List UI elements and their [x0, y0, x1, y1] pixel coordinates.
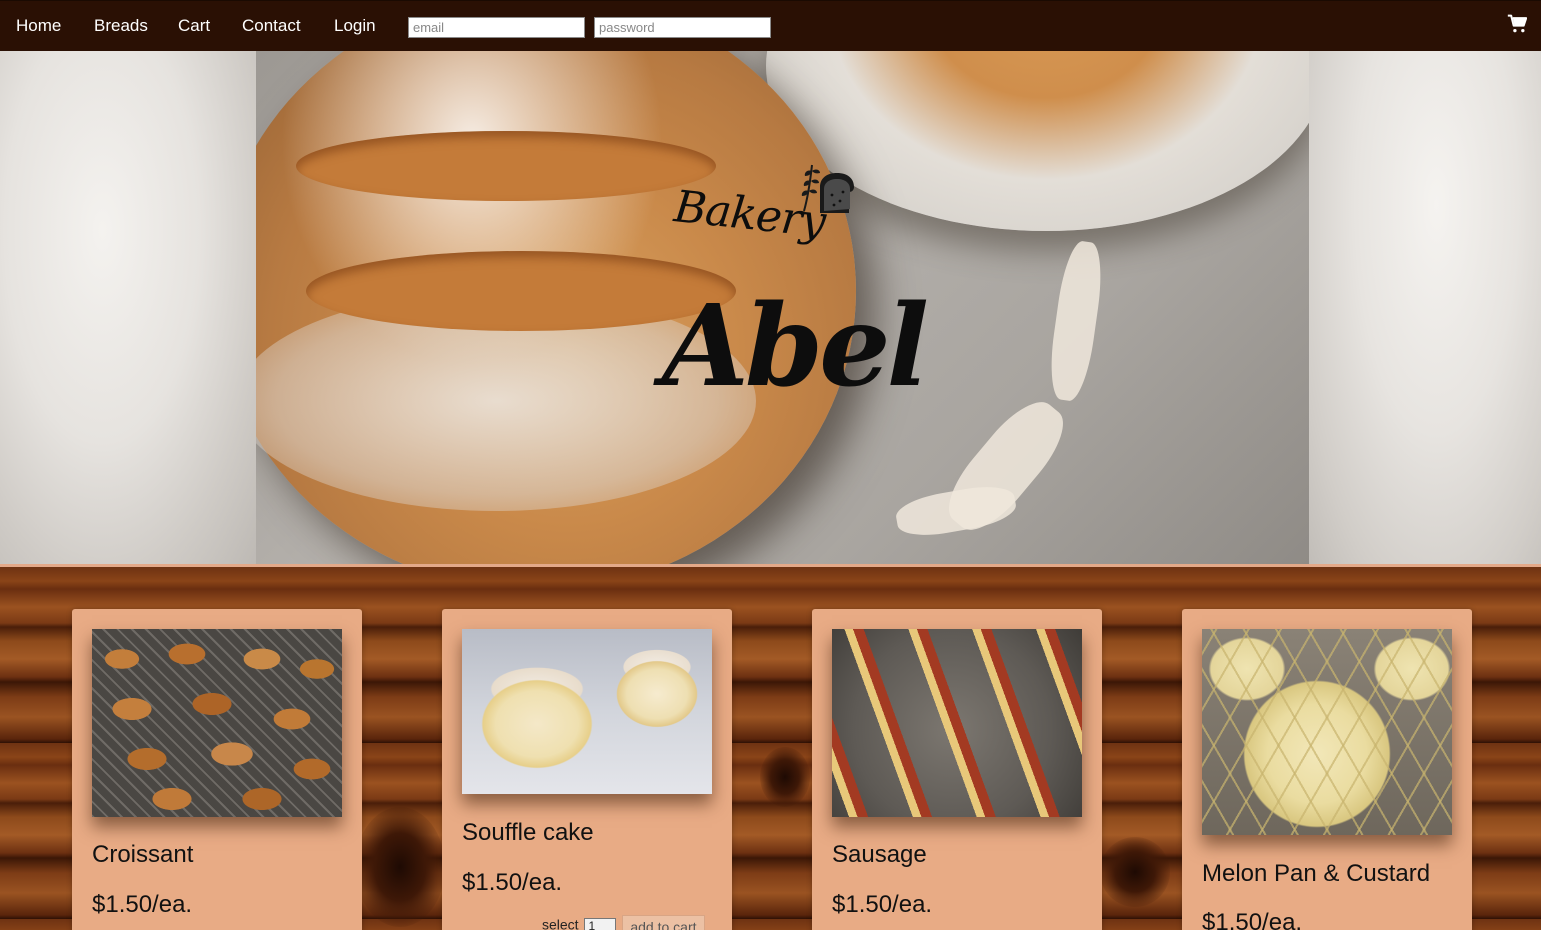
product-section: Croissant $1.50/ea. Souffle cake $1.50/e…: [0, 564, 1541, 930]
quantity-select[interactable]: 1: [584, 918, 617, 930]
nav-cart-link[interactable]: Cart: [178, 16, 210, 36]
add-to-cart-button[interactable]: add to cart: [622, 915, 705, 930]
hero-banner: Bakery Abel: [0, 51, 1541, 564]
shopping-cart-icon[interactable]: [1507, 14, 1527, 34]
product-card-souffle-cake[interactable]: Souffle cake $1.50/ea. select 1 add to c…: [442, 609, 732, 930]
logo-abel-text: Abel: [662, 281, 929, 412]
product-name: Melon Pan & Custard: [1202, 860, 1431, 887]
nav-breads-link[interactable]: Breads: [94, 16, 148, 36]
croissant-photo[interactable]: [92, 629, 342, 817]
nav-contact-link[interactable]: Contact: [242, 16, 301, 36]
product-price: $1.50/ea.: [832, 891, 933, 918]
top-navbar: Home Breads Cart Contact Login: [0, 0, 1541, 51]
hero-side-image-left: [0, 51, 256, 564]
password-input[interactable]: [594, 17, 771, 38]
sausage-photo[interactable]: [832, 629, 1082, 817]
product-name: Souffle cake: [462, 819, 594, 846]
email-input[interactable]: [408, 17, 585, 38]
souffle-cake-photo[interactable]: [462, 629, 712, 794]
product-name: Croissant: [92, 841, 194, 868]
product-card-croissant[interactable]: Croissant $1.50/ea.: [72, 609, 362, 930]
product-price: $1.50/ea.: [462, 869, 563, 896]
melon-pan-photo[interactable]: [1202, 629, 1452, 835]
bakery-logo: Bakery Abel: [660, 161, 929, 431]
select-label: select: [542, 916, 579, 930]
product-card-melon-pan[interactable]: Melon Pan & Custard $1.50/ea.: [1182, 609, 1472, 930]
bread-wheat-icon: [801, 164, 854, 213]
nav-login-link[interactable]: Login: [334, 16, 376, 36]
nav-home-link[interactable]: Home: [16, 16, 61, 36]
product-price: $1.50/ea.: [1202, 909, 1303, 930]
add-to-cart-row: select 1 add to cart: [542, 915, 705, 930]
product-card-sausage[interactable]: Sausage $1.50/ea.: [812, 609, 1102, 930]
product-price: $1.50/ea.: [92, 891, 193, 918]
hero-side-image-right: [1309, 51, 1541, 564]
product-name: Sausage: [832, 841, 927, 868]
